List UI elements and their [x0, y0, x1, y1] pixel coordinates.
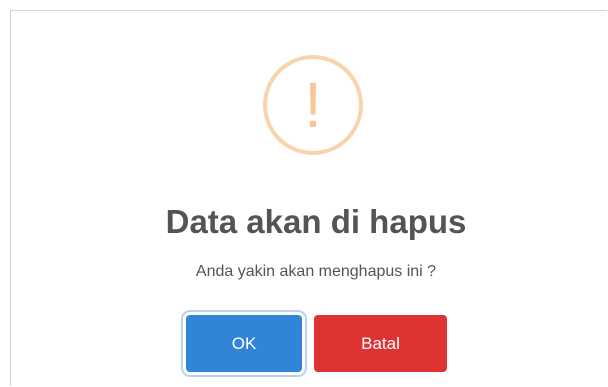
exclamation-mark-icon: ! — [304, 69, 322, 141]
dialog-message: Anda yakin akan menghapus ini ? — [195, 263, 437, 280]
cancel-button[interactable]: Batal — [314, 315, 447, 372]
dialog-title: Data akan di hapus — [165, 203, 467, 240]
warning-icon: ! — [263, 55, 363, 155]
ok-button[interactable]: OK — [186, 315, 302, 372]
